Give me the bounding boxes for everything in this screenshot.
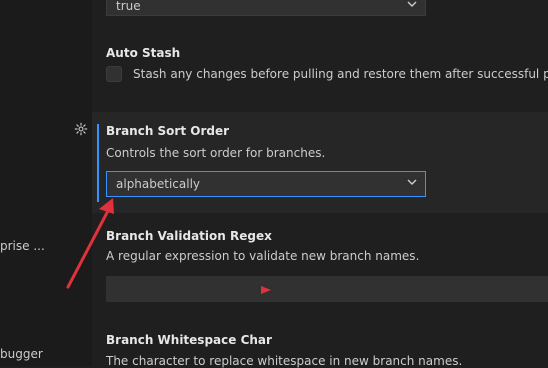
sidebar-item-debugger[interactable]: bugger (0, 347, 43, 361)
focus-indicator (97, 124, 99, 202)
branch-whitespace-char-title: Branch Whitespace Char (106, 333, 272, 347)
branch-sort-order-select[interactable]: alphabetically (106, 171, 426, 197)
chevron-down-icon (407, 179, 417, 185)
top-setting-dropdown[interactable]: true (106, 0, 426, 16)
branch-sort-order-description: Controls the sort order for branches. (106, 146, 326, 160)
gear-icon[interactable] (74, 122, 88, 136)
settings-tree-sidebar: prise ... bugger (0, 0, 92, 366)
chevron-down-icon (407, 1, 417, 7)
branch-validation-regex-input[interactable] (106, 276, 548, 302)
branch-sort-order-value: alphabetically (116, 177, 201, 191)
branch-validation-regex-title: Branch Validation Regex (106, 229, 272, 243)
auto-stash-checkbox[interactable] (106, 66, 122, 82)
branch-validation-regex-description: A regular expression to validate new bra… (106, 249, 420, 263)
auto-stash-title: Auto Stash (106, 46, 181, 60)
top-setting-dropdown-value: true (116, 0, 141, 13)
branch-sort-order-title: Branch Sort Order (106, 124, 230, 138)
sidebar-item-enterprise[interactable]: prise ... (0, 239, 45, 253)
auto-stash-description: Stash any changes before pulling and res… (133, 67, 548, 81)
mouse-cursor-icon (261, 286, 271, 294)
